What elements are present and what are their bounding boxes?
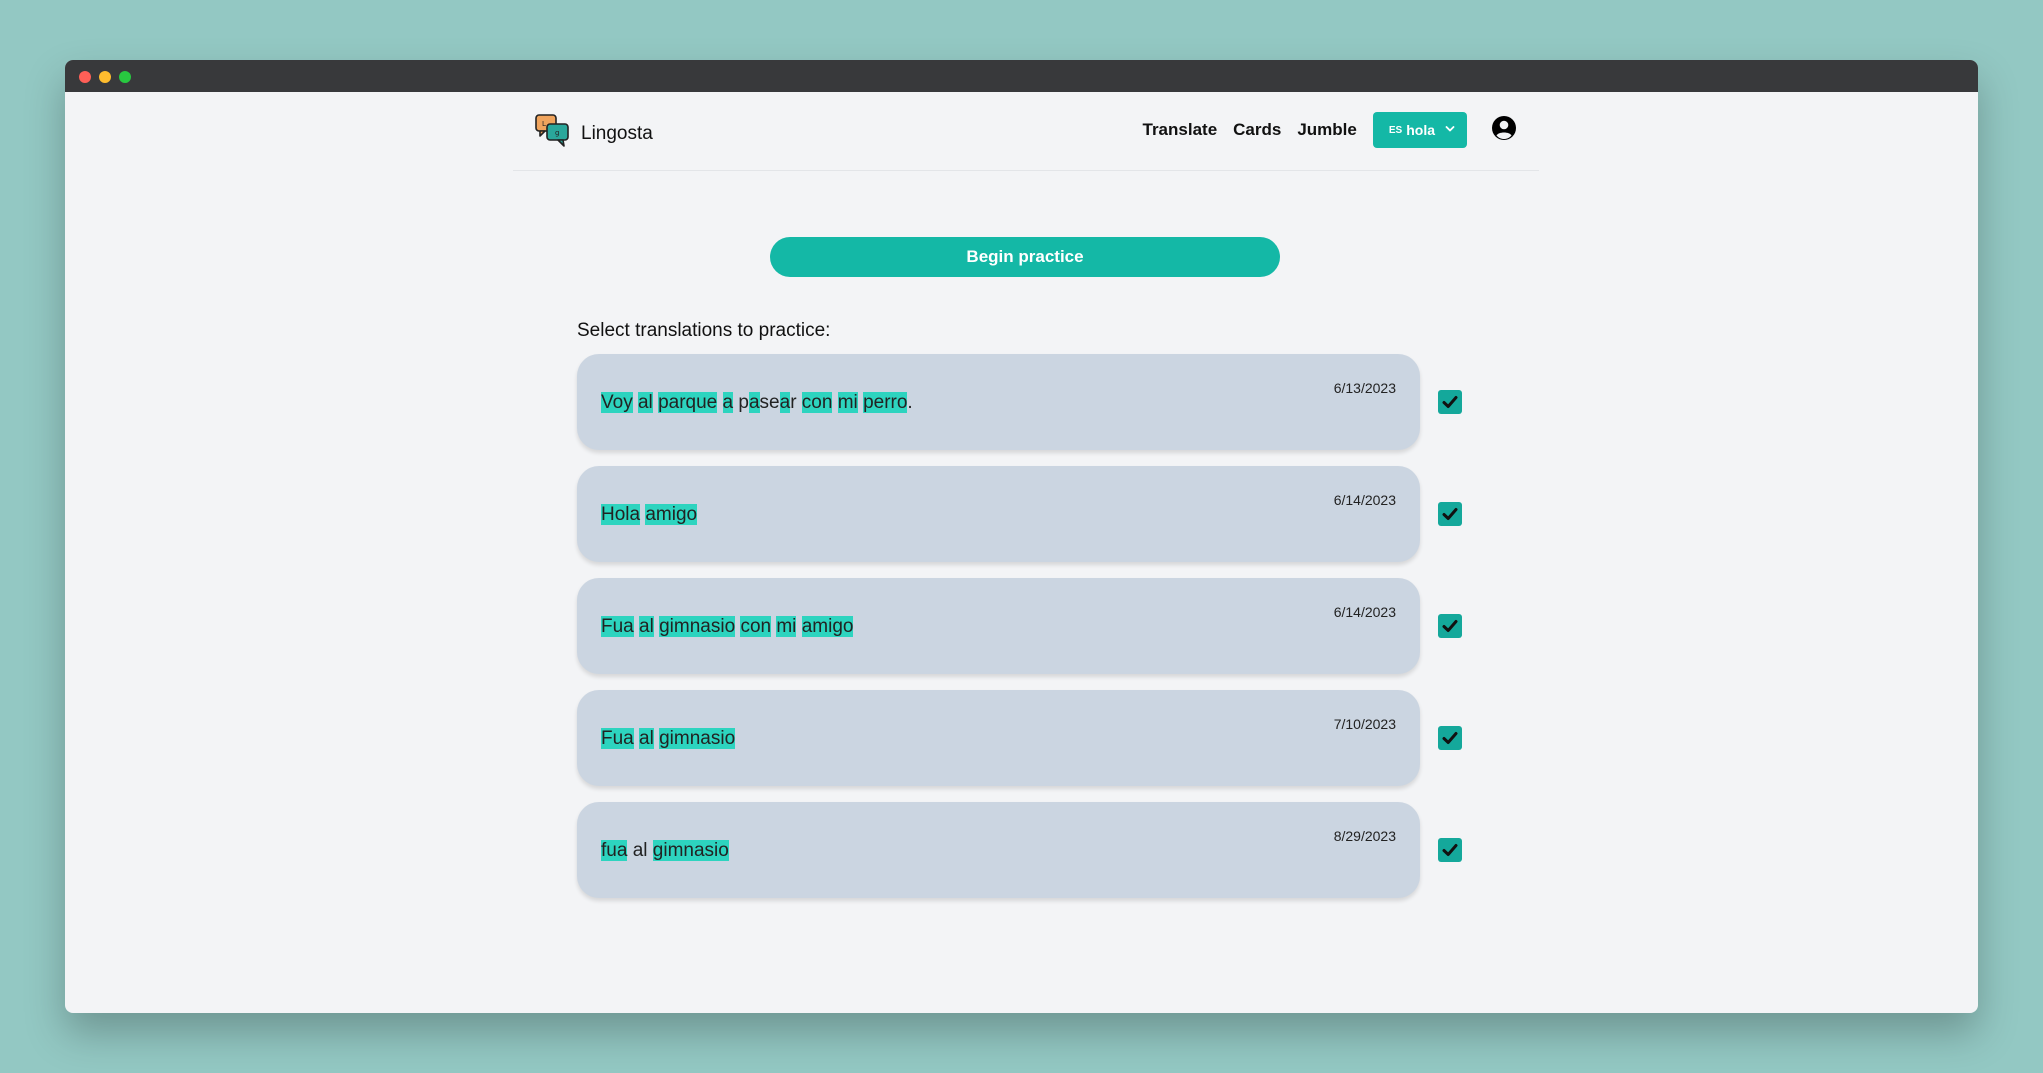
browser-window: L g Lingosta Translate Cards Jumble ES h… bbox=[65, 60, 1978, 1013]
highlighted-word: fua bbox=[601, 840, 628, 861]
plain-text bbox=[717, 392, 722, 413]
highlighted-word: con bbox=[740, 616, 772, 637]
highlighted-word: amigo bbox=[645, 504, 698, 525]
highlighted-word: con bbox=[801, 392, 833, 413]
language-word: hola bbox=[1406, 122, 1435, 138]
translation-checkbox[interactable] bbox=[1438, 838, 1462, 862]
highlighted-word: perro bbox=[863, 392, 908, 413]
highlighted-word: Voy bbox=[601, 392, 633, 413]
translation-card[interactable]: 6/13/2023 Voy al parque a pasear con mi p… bbox=[577, 354, 1420, 450]
language-select-button[interactable]: ES hola bbox=[1372, 112, 1467, 148]
plain-text bbox=[832, 392, 837, 413]
highlighted-word: gimnasio bbox=[659, 728, 736, 749]
checkmark-icon bbox=[1442, 508, 1458, 520]
checkmark-icon bbox=[1442, 732, 1458, 744]
window-titlebar bbox=[65, 60, 1978, 92]
translation-card[interactable]: 7/10/2023 Fua al gimnasio bbox=[577, 690, 1420, 786]
brand-link[interactable]: L g Lingosta bbox=[535, 114, 653, 153]
highlighted-word: gimnasio bbox=[659, 616, 736, 637]
checkmark-icon bbox=[1442, 396, 1458, 408]
brand-name: Lingosta bbox=[581, 122, 653, 144]
highlighted-word: mi bbox=[837, 392, 858, 413]
checkmark-icon bbox=[1442, 620, 1458, 632]
highlighted-word: mi bbox=[776, 616, 797, 637]
plain-text bbox=[796, 616, 801, 637]
highlighted-word: al bbox=[639, 728, 654, 749]
maximize-window-button[interactable] bbox=[119, 71, 131, 83]
highlighted-word: a bbox=[722, 392, 734, 413]
translation-text: Hola amigo bbox=[601, 502, 698, 528]
language-code: ES bbox=[1388, 124, 1403, 136]
translation-checkbox[interactable] bbox=[1438, 726, 1462, 750]
highlighted-word: gimnasio bbox=[652, 840, 729, 861]
translation-date: 6/13/2023 bbox=[1333, 380, 1396, 396]
highlighted-word: Hola bbox=[601, 504, 641, 525]
chevron-down-icon bbox=[1435, 121, 1455, 139]
highlighted-word: a bbox=[779, 392, 791, 413]
translation-card[interactable]: 6/14/2023 Fua al gimnasio con mi amigo bbox=[577, 578, 1420, 674]
checkmark-icon bbox=[1442, 844, 1458, 856]
highlighted-word: parque bbox=[658, 392, 718, 413]
highlighted-word: a bbox=[748, 392, 760, 413]
translation-card[interactable]: 6/14/2023 Hola amigo bbox=[577, 466, 1420, 562]
translation-checkbox[interactable] bbox=[1438, 614, 1462, 638]
plain-text: p bbox=[733, 392, 749, 413]
translation-text: Voy al parque a pasear con mi perro. bbox=[601, 390, 913, 416]
translation-date: 8/29/2023 bbox=[1333, 828, 1396, 844]
nav-cards-link[interactable]: Cards bbox=[1233, 120, 1281, 140]
translation-date: 6/14/2023 bbox=[1333, 492, 1396, 508]
translation-date: 6/14/2023 bbox=[1333, 604, 1396, 620]
user-circle-icon[interactable] bbox=[1491, 115, 1517, 146]
svg-text:L: L bbox=[542, 120, 546, 128]
translation-checkbox[interactable] bbox=[1438, 390, 1462, 414]
plain-text: al bbox=[627, 840, 653, 861]
highlighted-word: amigo bbox=[801, 616, 854, 637]
translation-checkbox[interactable] bbox=[1438, 502, 1462, 526]
nav-links: Translate Cards Jumble ES hola bbox=[1143, 112, 1518, 148]
highlighted-word: Fua bbox=[601, 728, 634, 749]
plain-text: se bbox=[759, 392, 780, 413]
translation-text: Fua al gimnasio bbox=[601, 726, 736, 752]
speech-bubbles-logo-icon: L g bbox=[535, 114, 571, 153]
highlighted-word: al bbox=[639, 616, 654, 637]
highlighted-word: al bbox=[637, 392, 653, 413]
svg-text:g: g bbox=[555, 129, 559, 137]
translation-text: Fua al gimnasio con mi amigo bbox=[601, 614, 854, 640]
translation-card[interactable]: 8/29/2023 fua al gimnasio bbox=[577, 802, 1420, 898]
plain-text: . bbox=[907, 392, 913, 413]
translation-date: 7/10/2023 bbox=[1333, 716, 1396, 732]
begin-practice-button[interactable]: Begin practice bbox=[770, 237, 1280, 277]
nav-translate-link[interactable]: Translate bbox=[1143, 120, 1218, 140]
nav-jumble-link[interactable]: Jumble bbox=[1297, 120, 1357, 140]
minimize-window-button[interactable] bbox=[99, 71, 111, 83]
select-translations-heading: Select translations to practice: bbox=[577, 320, 831, 341]
highlighted-word: Fua bbox=[601, 616, 634, 637]
translation-text: fua al gimnasio bbox=[601, 838, 729, 864]
top-navbar: L g Lingosta Translate Cards Jumble ES h… bbox=[513, 92, 1539, 171]
plain-text: r bbox=[790, 392, 802, 413]
close-window-button[interactable] bbox=[79, 71, 91, 83]
